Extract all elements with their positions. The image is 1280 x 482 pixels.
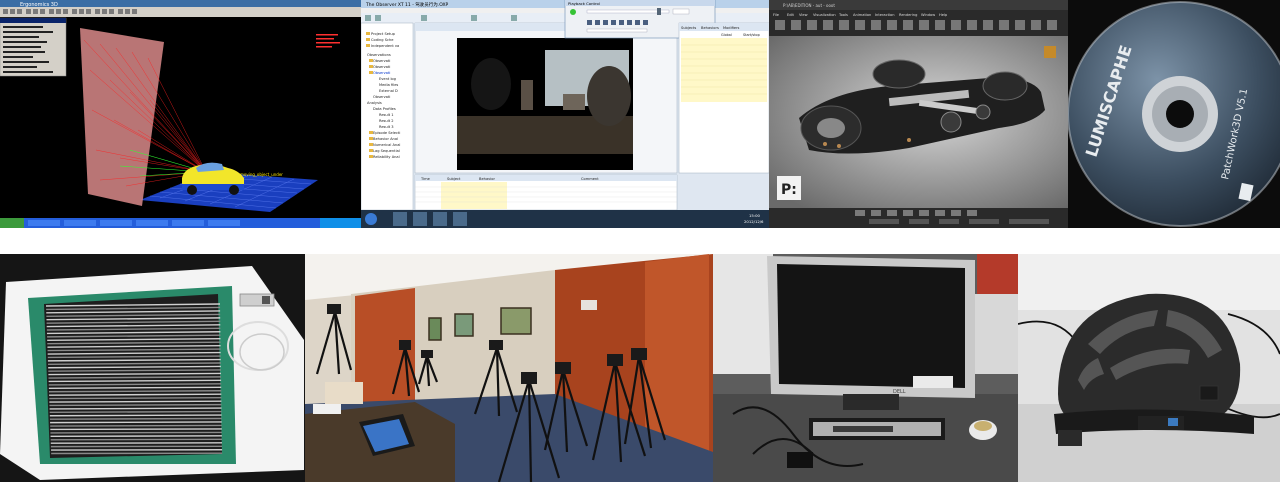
col-comment: Comment	[581, 177, 599, 181]
sensor-stripe	[49, 410, 222, 414]
observer-window-title: The Observer XT 11 - 驾驶员行为.OXP	[365, 1, 449, 8]
sensor-stripe	[49, 414, 222, 417]
tree-item[interactable]: Reliability Anal	[373, 155, 400, 159]
sensor-stripe	[49, 417, 222, 420]
tree-item[interactable]: Coding Sche	[371, 38, 394, 42]
patchwork-logo: P:	[781, 182, 797, 198]
tree-item[interactable]: Observati	[373, 59, 390, 63]
menu-edit[interactable]: Edit	[787, 13, 795, 17]
sensor-stripe	[49, 396, 222, 400]
helmet-photo	[1018, 254, 1280, 482]
sensor-stripe	[50, 431, 222, 434]
tree-item[interactable]: Observati	[373, 95, 390, 99]
tree-item[interactable]: Observati	[373, 65, 390, 69]
sensor-stripe	[49, 403, 222, 407]
col-start-stop: Start/stop	[743, 33, 760, 37]
tree-item[interactable]: Analysis	[367, 101, 382, 105]
tree-item[interactable]: External D	[379, 89, 398, 93]
tree-item[interactable]: Event log	[379, 77, 396, 81]
playback-dialog-title: Playback Control	[568, 1, 600, 6]
tree-item[interactable]: Lag Sequential	[373, 149, 400, 153]
tree-item[interactable]: Observations	[367, 53, 391, 57]
col-global: Global	[721, 33, 732, 37]
tree-item[interactable]: Behavior Anal	[373, 137, 398, 141]
sensor-stripe	[49, 400, 222, 403]
lab-room-photo	[305, 254, 713, 482]
tab-subjects[interactable]: Subjects	[681, 26, 696, 30]
menu-file[interactable]: File	[773, 13, 780, 17]
menu-window[interactable]: Window	[921, 13, 935, 17]
col-behavior: Behavior	[479, 177, 495, 181]
tree-item[interactable]: Project Setup	[371, 32, 396, 36]
menu-visualization[interactable]: Visualization	[813, 13, 836, 17]
tree-item[interactable]: Episode Selecti	[373, 131, 400, 135]
tree-item[interactable]: Result 1	[379, 113, 394, 117]
col-time: Time	[420, 177, 431, 181]
tab-behaviors[interactable]: Behaviors	[701, 26, 719, 30]
tree-item[interactable]: Result 2	[379, 119, 394, 123]
menu-animation[interactable]: Animation	[853, 13, 871, 17]
sensor-stripe	[49, 393, 222, 396]
tab-modifiers[interactable]: Modifiers	[723, 26, 740, 30]
taskbar-clock: 15:00	[749, 213, 761, 218]
sensor-stripe	[49, 407, 222, 410]
ergo-object-label: moving_object_under	[240, 172, 283, 177]
col-subject: Subject	[447, 177, 461, 181]
tree-item[interactable]: Result 3	[379, 125, 394, 129]
sensor-stripe	[50, 421, 222, 424]
tree-item[interactable]: Media files	[379, 83, 398, 87]
sensor-stripe	[50, 428, 222, 431]
menu-view[interactable]: View	[799, 13, 808, 17]
ergonomics-sim-screenshot: Ergonomics 3D moving_object_under	[0, 0, 361, 228]
lumiscaphe-disc-photo: LUMISCAPHE PatchWork3D V5.1	[1068, 0, 1280, 228]
menu-help[interactable]: Help	[939, 13, 948, 17]
menu-interaction[interactable]: Interaction	[875, 13, 895, 17]
patchwork-render-screenshot: P:\AB\EDITION - aut - ooot File Edit Vie…	[769, 0, 1068, 228]
pressure-mat-photo	[0, 254, 305, 482]
sensor-stripe	[50, 424, 222, 427]
tree-item[interactable]: Data Profiles	[373, 107, 396, 111]
tree-item[interactable]: Numerical Anal	[373, 143, 400, 147]
monitor-photo: DELL	[713, 254, 1018, 482]
observer-xt-screenshot: The Observer XT 11 - 驾驶员行为.OXP Project S…	[361, 0, 769, 228]
menu-tools[interactable]: Tools	[838, 13, 848, 17]
tree-item[interactable]: Observati	[373, 71, 390, 75]
patchwork-window-title: P:\AB\EDITION - aut - ooot	[783, 3, 835, 8]
taskbar-date: 2012/12/6	[744, 219, 764, 224]
tree-item[interactable]: Independent va	[371, 44, 399, 48]
menu-rendering[interactable]: Rendering	[899, 13, 917, 17]
